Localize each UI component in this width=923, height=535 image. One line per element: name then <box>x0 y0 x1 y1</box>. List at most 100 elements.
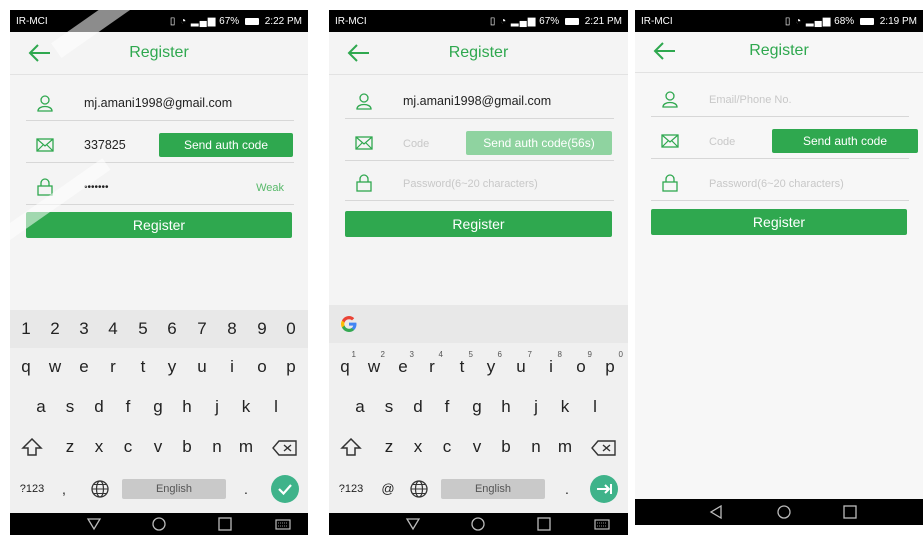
key-f[interactable]: f <box>114 388 142 426</box>
space-bar[interactable]: English <box>122 479 226 499</box>
key-j[interactable]: j <box>203 388 231 426</box>
code-field[interactable]: Code Send auth code <box>651 126 918 159</box>
key-g[interactable]: g <box>144 388 172 426</box>
key-t[interactable]: t <box>129 348 157 386</box>
shift-icon[interactable] <box>18 438 46 456</box>
globe-icon[interactable] <box>90 480 110 498</box>
nav-recents-icon[interactable] <box>536 516 552 532</box>
nav-keyboard-icon[interactable] <box>594 516 610 532</box>
key-o[interactable]: o <box>248 348 276 386</box>
key-n[interactable]: n <box>203 428 231 466</box>
send-auth-code-button[interactable]: Send auth code(56s) <box>466 131 612 155</box>
key-r[interactable]: 4r <box>418 348 446 386</box>
key-q[interactable]: q <box>12 348 40 386</box>
key-0[interactable]: 0 <box>277 310 305 348</box>
key-l[interactable]: l <box>262 388 290 426</box>
key-j[interactable]: j <box>522 388 550 426</box>
email-field[interactable]: Email/Phone No. <box>651 84 909 117</box>
key-g[interactable]: g <box>463 388 491 426</box>
code-field[interactable]: Code Send auth code(56s) <box>345 128 614 161</box>
key-3[interactable]: 3 <box>70 310 98 348</box>
key-u[interactable]: u <box>188 348 216 386</box>
key-e[interactable]: e <box>70 348 98 386</box>
done-button[interactable] <box>271 475 299 503</box>
key-i[interactable]: i <box>218 348 246 386</box>
nav-keyboard-icon[interactable] <box>275 516 291 532</box>
key-b[interactable]: b <box>173 428 201 466</box>
key-t[interactable]: 5t <box>448 348 476 386</box>
key-k[interactable]: k <box>551 388 579 426</box>
key-x[interactable]: x <box>85 428 113 466</box>
password-field[interactable]: Password(6~20 characters) <box>345 168 614 201</box>
key-w[interactable]: 2w <box>360 348 388 386</box>
key-a[interactable]: a <box>346 388 374 426</box>
key-a[interactable]: a <box>27 388 55 426</box>
nav-home-icon[interactable] <box>151 516 167 532</box>
key-y[interactable]: 6y <box>477 348 505 386</box>
key-f[interactable]: f <box>433 388 461 426</box>
symbols-key[interactable]: ?123 <box>335 470 367 508</box>
key-m[interactable]: m <box>551 428 579 466</box>
nav-home-icon[interactable] <box>776 504 792 520</box>
register-button[interactable]: Register <box>345 211 612 237</box>
backspace-icon[interactable] <box>272 440 298 456</box>
key-1[interactable]: 1 <box>12 310 40 348</box>
password-field[interactable]: Password(6~20 characters) <box>651 168 909 201</box>
key-8[interactable]: 8 <box>218 310 246 348</box>
key-q[interactable]: 1q <box>331 348 359 386</box>
key-y[interactable]: y <box>158 348 186 386</box>
nav-recents-icon[interactable] <box>842 504 858 520</box>
key-4[interactable]: 4 <box>99 310 127 348</box>
symbols-key[interactable]: ?123 <box>16 470 48 508</box>
key-2[interactable]: 2 <box>41 310 69 348</box>
register-button[interactable]: Register <box>26 212 292 238</box>
key-x[interactable]: x <box>404 428 432 466</box>
next-button[interactable] <box>590 475 618 503</box>
key-m[interactable]: m <box>232 428 260 466</box>
globe-icon[interactable] <box>409 480 429 498</box>
key-l[interactable]: l <box>581 388 609 426</box>
key-w[interactable]: w <box>41 348 69 386</box>
backspace-icon[interactable] <box>591 440 617 456</box>
send-auth-code-button[interactable]: Send auth code <box>159 133 293 157</box>
key-z[interactable]: z <box>56 428 84 466</box>
nav-back-icon[interactable] <box>405 516 421 532</box>
key-d[interactable]: d <box>85 388 113 426</box>
nav-back-icon[interactable] <box>709 504 725 520</box>
space-bar[interactable]: English <box>441 479 545 499</box>
nav-recents-icon[interactable] <box>217 516 233 532</box>
email-field[interactable]: mj.amani1998@gmail.com <box>345 86 614 119</box>
register-button[interactable]: Register <box>651 209 907 235</box>
key-s[interactable]: s <box>56 388 84 426</box>
key-6[interactable]: 6 <box>158 310 186 348</box>
key-5[interactable]: 5 <box>129 310 157 348</box>
send-auth-code-button[interactable]: Send auth code <box>772 129 918 153</box>
key-r[interactable]: r <box>99 348 127 386</box>
key-comma[interactable]: , <box>56 470 72 508</box>
key-n[interactable]: n <box>522 428 550 466</box>
key-c[interactable]: c <box>433 428 461 466</box>
key-s[interactable]: s <box>375 388 403 426</box>
shift-icon[interactable] <box>337 438 365 456</box>
key-9[interactable]: 9 <box>248 310 276 348</box>
key-d[interactable]: d <box>404 388 432 426</box>
key-period[interactable]: . <box>238 470 254 508</box>
key-p[interactable]: 0p <box>596 348 624 386</box>
key-v[interactable]: v <box>144 428 172 466</box>
key-period[interactable]: . <box>559 470 575 508</box>
nav-home-icon[interactable] <box>470 516 486 532</box>
key-c[interactable]: c <box>114 428 142 466</box>
google-icon[interactable] <box>339 314 359 334</box>
email-field[interactable]: mj.amani1998@gmail.com <box>26 88 294 121</box>
key-at[interactable]: @ <box>379 470 397 508</box>
key-h[interactable]: h <box>492 388 520 426</box>
key-p[interactable]: p <box>277 348 305 386</box>
key-u[interactable]: 7u <box>507 348 535 386</box>
nav-back-icon[interactable] <box>86 516 102 532</box>
key-v[interactable]: v <box>463 428 491 466</box>
key-k[interactable]: k <box>232 388 260 426</box>
key-h[interactable]: h <box>173 388 201 426</box>
code-field[interactable]: 337825 Send auth code <box>26 130 294 163</box>
key-e[interactable]: 3e <box>389 348 417 386</box>
key-7[interactable]: 7 <box>188 310 216 348</box>
